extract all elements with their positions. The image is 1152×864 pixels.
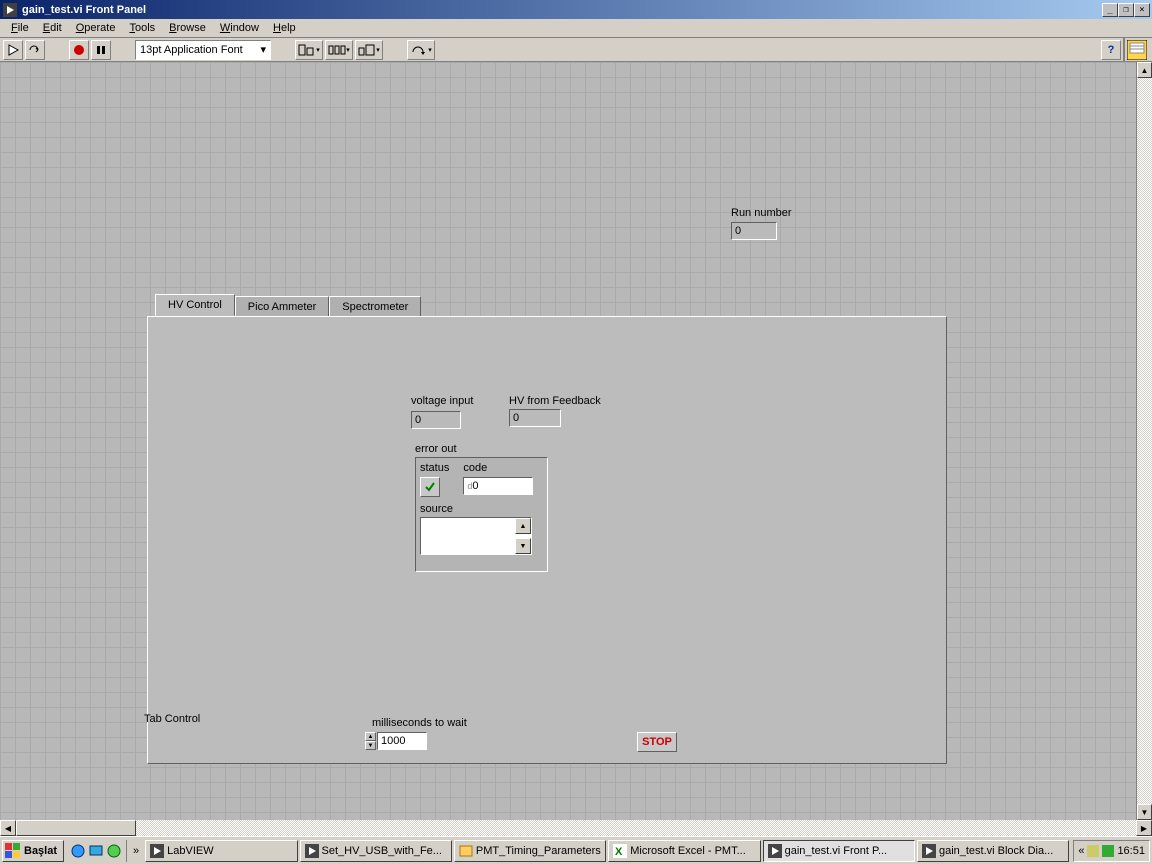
scroll-up-icon[interactable]: ▲ [1137,62,1152,78]
ms-wait-label: milliseconds to wait [372,717,467,729]
clock: 16:51 [1117,845,1145,857]
menu-browse[interactable]: Browse [162,20,213,36]
taskbar-item[interactable]: gain_test.vi Block Dia... [917,840,1069,862]
error-out-cluster: status code d0 source ▲ ▼ [415,457,548,572]
scroll-up-icon[interactable]: ▲ [515,518,531,534]
taskbar-item-active[interactable]: gain_test.vi Front P... [763,840,915,862]
quick-launch [66,840,127,862]
reorder-button[interactable]: ▾ [407,40,435,60]
svg-text:X: X [615,846,623,858]
tab-spectrometer[interactable]: Spectrometer [329,296,421,318]
menu-operate[interactable]: Operate [69,20,123,36]
pause-button[interactable] [91,40,111,60]
voltage-input-field[interactable]: 0 [411,411,461,429]
start-button[interactable]: Başlat [2,840,64,862]
toolbar: 13pt Application Font▾ ▾ ▾ ▾ ▾ ? [0,38,1152,62]
vertical-scrollbar[interactable]: ▲ ▼ [1136,62,1152,820]
maximize-button[interactable]: ❐ [1118,3,1134,17]
tray-icon[interactable] [1102,845,1114,857]
tab-hv-control[interactable]: HV Control [155,294,235,316]
run-button[interactable] [3,40,23,60]
windows-icon [5,843,21,859]
font-selector[interactable]: 13pt Application Font▾ [135,40,271,60]
labview-icon [2,2,18,18]
scroll-down-icon[interactable]: ▼ [1137,804,1152,820]
hv-feedback-indicator: 0 [509,409,561,427]
source-indicator: ▲ ▼ [420,517,532,555]
taskbar-item[interactable]: Set_HV_USB_with_Fe... [300,840,452,862]
app-icon[interactable] [106,843,122,859]
help-button[interactable]: ? [1101,40,1121,60]
close-button[interactable]: × [1134,3,1150,17]
title-bar: gain_test.vi Front Panel _ ❐ × [0,0,1152,19]
status-label: status [420,462,449,474]
horizontal-scrollbar[interactable]: ◀ ▶ [0,820,1152,836]
voltage-input-label: voltage input [411,395,473,407]
system-tray[interactable]: « 16:51 [1073,840,1150,862]
desktop-icon[interactable] [88,843,104,859]
tray-icon[interactable] [1087,845,1099,857]
scroll-down-icon[interactable]: ▼ [515,538,531,554]
distribute-button[interactable]: ▾ [325,40,353,60]
tab-pico-ammeter[interactable]: Pico Ammeter [235,296,329,318]
menu-tools[interactable]: Tools [122,20,162,36]
run-number-indicator: 0 [731,222,777,240]
menu-window[interactable]: Window [213,20,266,36]
menu-edit[interactable]: Edit [36,20,69,36]
checkmark-icon [424,481,436,493]
taskbar-item[interactable]: XMicrosoft Excel - PMT... [608,840,760,862]
ie-icon[interactable] [70,843,86,859]
scroll-right-icon[interactable]: ▶ [1136,820,1152,836]
stop-button[interactable]: STOP [637,732,677,752]
menu-bar: File Edit Operate Tools Browse Window He… [0,19,1152,38]
front-panel: Run number 0 HV Control Pico Ammeter Spe… [0,62,1136,820]
code-indicator: d0 [463,477,533,495]
run-number-label: Run number [731,207,792,219]
abort-button[interactable] [69,40,89,60]
align-button[interactable]: ▾ [295,40,323,60]
menu-file[interactable]: File [4,20,36,36]
run-continuously-button[interactable] [25,40,45,60]
status-indicator [420,477,440,497]
source-label: source [420,503,543,515]
menu-help[interactable]: Help [266,20,303,36]
window-title: gain_test.vi Front Panel [22,4,1102,16]
vi-icon[interactable] [1123,38,1149,62]
error-out-label: error out [415,443,457,455]
code-label: code [463,462,533,474]
taskbar: Başlat » LabVIEW Set_HV_USB_with_Fe... P… [0,836,1152,864]
taskbar-item[interactable]: PMT_Timing_Parameters [454,840,606,862]
tab-control-label: Tab Control [144,713,200,725]
resize-button[interactable]: ▾ [355,40,383,60]
scroll-left-icon[interactable]: ◀ [0,820,16,836]
ms-wait-stepper[interactable]: ▲▼ [365,732,376,750]
minimize-button[interactable]: _ [1102,3,1118,17]
ms-wait-field[interactable]: 1000 [377,732,427,750]
hv-feedback-label: HV from Feedback [509,395,601,407]
taskbar-item[interactable]: LabVIEW [145,840,297,862]
